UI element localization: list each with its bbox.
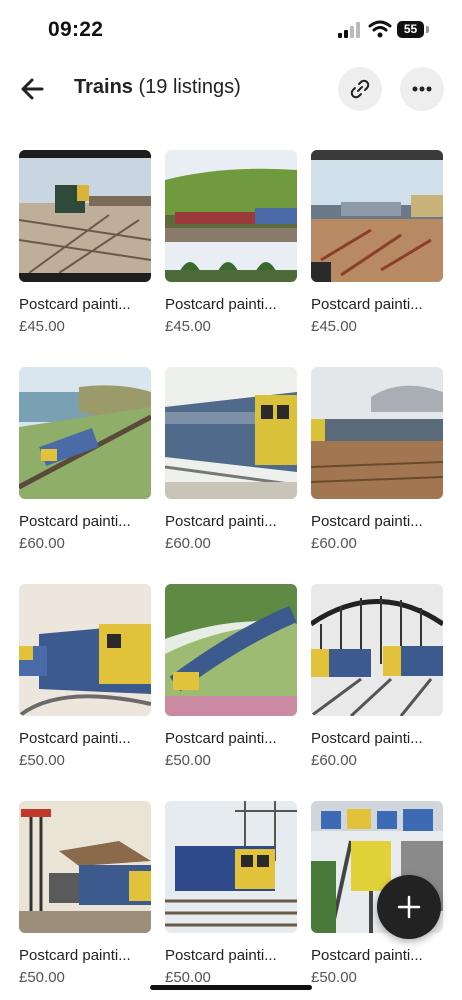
add-button[interactable] [377,875,441,939]
listing-price: £60.00 [311,752,357,769]
listing-price: £50.00 [311,969,357,986]
arrow-left-icon[interactable] [18,74,48,104]
listing-image[interactable] [165,150,297,282]
listing-title[interactable]: Postcard painti... [19,296,154,313]
listing-image[interactable] [165,801,297,933]
listing-image[interactable] [19,150,151,282]
status-bar: 09:22 55 [0,0,462,60]
listing-price: £45.00 [311,318,357,335]
listing-card[interactable]: Postcard painti... £45.00 [165,150,297,340]
listing-card[interactable]: Postcard painti... £45.00 [311,150,443,340]
listing-price: £50.00 [165,969,211,986]
listing-price: £60.00 [165,535,211,552]
more-options-button[interactable] [400,67,444,111]
listing-title[interactable]: Postcard painti... [311,296,446,313]
collection-name: Trains [74,76,133,98]
top-bar: Trains (19 listings) [0,66,462,112]
listing-image[interactable] [19,584,151,716]
listing-price: £50.00 [19,969,65,986]
listing-price: £45.00 [165,318,211,335]
listing-card[interactable]: Postcard painti... £60.00 [165,367,297,557]
copy-link-button[interactable] [338,67,382,111]
listing-card[interactable]: Postcard painti... £60.00 [311,584,443,774]
listing-title[interactable]: Postcard painti... [165,296,300,313]
listing-image[interactable] [311,584,443,716]
listing-image[interactable] [311,150,443,282]
listing-price: £50.00 [19,752,65,769]
listing-title[interactable]: Postcard painti... [19,947,154,964]
wifi-icon [368,20,392,38]
listing-price: £60.00 [19,535,65,552]
listing-card[interactable]: Postcard painti... £50.00 [165,801,297,991]
battery-icon: 55 [397,21,424,38]
link-icon [350,79,370,99]
listing-image[interactable] [165,584,297,716]
cellular-signal-icon [338,22,360,38]
listing-title[interactable]: Postcard painti... [165,513,300,530]
listing-title[interactable]: Postcard painti... [19,730,154,747]
status-time: 09:22 [48,18,104,41]
listing-title[interactable]: Postcard painti... [165,947,300,964]
listing-card[interactable]: Postcard painti... £60.00 [19,367,151,557]
listing-price: £60.00 [311,535,357,552]
home-indicator [150,985,312,990]
listing-title[interactable]: Postcard painti... [311,730,446,747]
plus-icon [397,895,421,919]
listing-card[interactable]: Postcard painti... £50.00 [165,584,297,774]
more-horizontal-icon [412,86,432,92]
listing-image[interactable] [311,367,443,499]
page-title: Trains (19 listings) [74,76,241,99]
listing-title[interactable]: Postcard painti... [311,947,446,964]
listing-price: £45.00 [19,318,65,335]
listing-card[interactable]: Postcard painti... £50.00 [19,584,151,774]
battery-tip [426,26,429,33]
listing-card[interactable]: Postcard painti... £45.00 [19,150,151,340]
listing-price: £50.00 [165,752,211,769]
listing-image[interactable] [19,801,151,933]
listing-card[interactable]: Postcard painti... £50.00 [19,801,151,991]
listing-title[interactable]: Postcard painti... [311,513,446,530]
listing-card[interactable]: Postcard painti... £60.00 [311,367,443,557]
listing-title[interactable]: Postcard painti... [19,513,154,530]
listing-image[interactable] [19,367,151,499]
listing-image[interactable] [165,367,297,499]
listing-title[interactable]: Postcard painti... [165,730,300,747]
listing-count: (19 listings) [138,76,241,98]
